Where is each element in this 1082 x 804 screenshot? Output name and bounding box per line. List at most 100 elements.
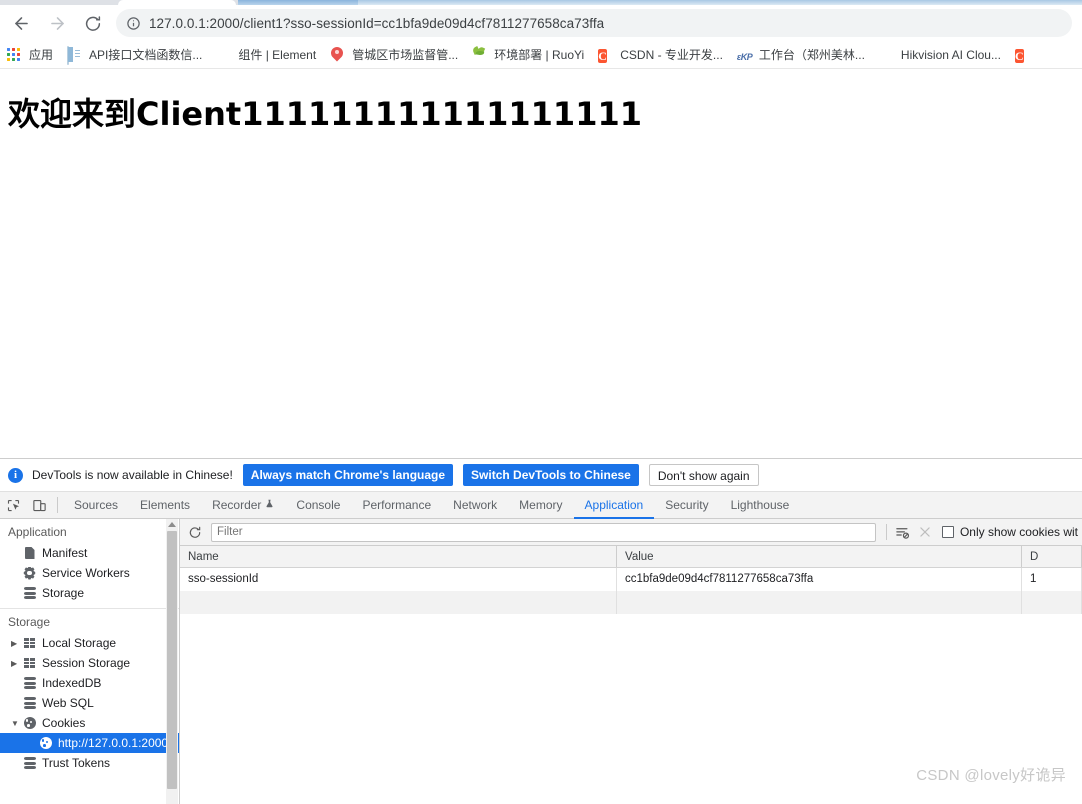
site-info-icon[interactable] — [124, 14, 142, 32]
chevron-down-icon[interactable]: ▼ — [11, 719, 22, 728]
inspect-element-icon[interactable] — [0, 492, 26, 518]
always-match-chrome-language-button[interactable]: Always match Chrome's language — [242, 464, 454, 486]
leaf-icon — [472, 45, 488, 63]
sidebar-section-storage-title: Storage — [8, 615, 51, 629]
table-row[interactable]: sso-sessionId cc1bfa9de09d4cf7811277658c… — [180, 568, 1082, 591]
bookmark-label: CSDN - 专业开发... — [620, 47, 723, 62]
sidebar-item-indexeddb[interactable]: IndexedDB — [0, 673, 179, 693]
only-show-cookies-label: Only show cookies wit — [959, 525, 1078, 539]
filter-input[interactable] — [211, 522, 876, 542]
chevron-right-icon[interactable]: ▶ — [11, 639, 22, 648]
bookmark-element[interactable]: 组件 | Element — [209, 44, 323, 66]
reload-icon — [85, 16, 101, 31]
page-title: 欢迎来到Client111111111111111111 — [8, 95, 642, 133]
tab-sources[interactable]: Sources — [63, 492, 129, 519]
toolbar-divider — [57, 497, 58, 513]
application-sidebar: Application Manifest Service Workers Sto… — [0, 519, 180, 804]
bookmark-guanchengqu[interactable]: 管城区市场监督管... — [323, 44, 465, 66]
tab-application[interactable]: Application — [574, 492, 655, 519]
sidebar-item-storage[interactable]: Storage — [0, 583, 179, 603]
devtools-panel: i DevTools is now available in Chinese! … — [0, 458, 1082, 804]
cell-empty — [1022, 591, 1082, 614]
sidebar-item-cookies[interactable]: ▼ Cookies — [0, 713, 179, 733]
sidebar-item-label: Cookies — [42, 716, 86, 730]
address-bar[interactable]: 127.0.0.1:2000/client1?sso-sessionId=cc1… — [116, 9, 1072, 37]
page-viewport: 欢迎来到Client111111111111111111 — [0, 69, 1082, 458]
sidebar-item-label: Storage — [42, 586, 85, 600]
sidebar-item-cookies-origin[interactable]: http://127.0.0.1:2000 — [0, 733, 179, 753]
database-icon — [22, 697, 37, 709]
tab-label: Recorder — [212, 497, 262, 512]
tab-performance[interactable]: Performance — [351, 492, 442, 519]
document-icon — [67, 45, 83, 65]
tab-label: Memory — [519, 497, 563, 512]
bookmark-label: 组件 | Element — [238, 47, 317, 62]
sidebar-item-label: Web SQL — [42, 696, 94, 710]
clear-filtered-cookies-icon[interactable] — [892, 521, 914, 543]
refresh-icon[interactable] — [184, 521, 206, 543]
csdn-icon: C — [1014, 48, 1024, 63]
bookmark-label: 工作台（郑州美林... — [758, 47, 865, 62]
bookmark-label: 应用 — [29, 47, 54, 62]
bookmark-apps[interactable]: 应用 — [0, 44, 60, 66]
tab-console[interactable]: Console — [285, 492, 351, 519]
column-header-name[interactable]: Name — [180, 546, 617, 567]
bookmark-workbench[interactable]: ɛKP 工作台（郑州美林... — [730, 44, 872, 66]
switch-devtools-to-chinese-button[interactable]: Switch DevTools to Chinese — [463, 464, 639, 486]
tab-label: Console — [296, 497, 341, 512]
tab-network[interactable]: Network — [442, 492, 508, 519]
devtools-body: Application Manifest Service Workers Sto… — [0, 519, 1082, 804]
sidebar-item-local-storage[interactable]: ▶ Local Storage — [0, 633, 179, 653]
bookmark-label: API接口文档函数信... — [89, 47, 203, 62]
chevron-right-icon[interactable]: ▶ — [11, 659, 22, 668]
language-banner-message: DevTools is now available in Chinese! — [32, 468, 233, 482]
address-bar-url: 127.0.0.1:2000/client1?sso-sessionId=cc1… — [149, 15, 605, 31]
devtools-tab-bar: Sources Elements Recorder Console Perfor… — [0, 492, 1082, 519]
table-row-empty — [180, 591, 1082, 614]
sidebar-item-session-storage[interactable]: ▶ Session Storage — [0, 653, 179, 673]
bookmark-label: 管城区市场监督管... — [352, 47, 459, 62]
sidebar-item-label: IndexedDB — [42, 676, 102, 690]
bookmark-api-doc[interactable]: API接口文档函数信... — [60, 44, 209, 66]
forward-button[interactable] — [42, 8, 72, 38]
scroll-up-arrow-icon[interactable] — [168, 522, 176, 527]
scrollbar-thumb[interactable] — [167, 531, 177, 789]
column-header-value[interactable]: Value — [617, 546, 1022, 567]
element-ui-icon — [216, 47, 232, 63]
sidebar-item-trust-tokens[interactable]: Trust Tokens — [0, 753, 179, 773]
sidebar-item-manifest[interactable]: Manifest — [0, 543, 179, 563]
devtools-language-banner: i DevTools is now available in Chinese! … — [0, 459, 1082, 492]
sidebar-item-label: Session Storage — [42, 656, 131, 670]
bookmark-csdn[interactable]: C CSDN - 专业开发... — [591, 44, 730, 66]
browser-toolbar: 127.0.0.1:2000/client1?sso-sessionId=cc1… — [0, 5, 1082, 41]
cookies-toolbar: Only show cookies wit — [180, 519, 1082, 546]
tab-security[interactable]: Security — [654, 492, 719, 519]
cell-cookie-name: sso-sessionId — [180, 568, 617, 591]
sidebar-item-label: Local Storage — [42, 636, 117, 650]
tab-label: Sources — [74, 497, 119, 512]
tab-elements[interactable]: Elements — [129, 492, 201, 519]
csdn-icon: C — [598, 48, 607, 63]
cookie-icon — [22, 717, 37, 729]
tab-label: Security — [665, 497, 709, 512]
tab-recorder[interactable]: Recorder — [201, 492, 285, 519]
column-header-domain[interactable]: D — [1022, 546, 1082, 567]
tab-label: Network — [453, 497, 498, 512]
bookmark-hikvision[interactable]: Hikvision AI Clou... — [872, 44, 1008, 66]
sidebar-item-web-sql[interactable]: Web SQL — [0, 693, 179, 713]
back-button[interactable] — [6, 8, 36, 38]
clear-all-cookies-icon[interactable] — [914, 521, 936, 543]
tab-lighthouse[interactable]: Lighthouse — [720, 492, 801, 519]
sidebar-item-service-workers[interactable]: Service Workers — [0, 563, 179, 583]
reload-button[interactable] — [78, 8, 108, 38]
sidebar-scrollbar[interactable] — [166, 519, 178, 804]
only-show-cookies-checkbox[interactable]: Only show cookies wit — [941, 525, 1078, 539]
dont-show-again-button[interactable]: Don't show again — [648, 464, 759, 486]
table-header-row: Name Value D — [180, 546, 1082, 568]
tab-label: Performance — [362, 497, 432, 512]
bookmark-overflow-cutoff[interactable]: C — [1008, 44, 1038, 66]
bookmark-ruoyi[interactable]: 环境部署 | RuoYi — [465, 44, 591, 66]
device-toolbar-icon[interactable] — [26, 492, 52, 518]
tab-memory[interactable]: Memory — [508, 492, 573, 519]
checkbox-box[interactable] — [941, 526, 954, 538]
